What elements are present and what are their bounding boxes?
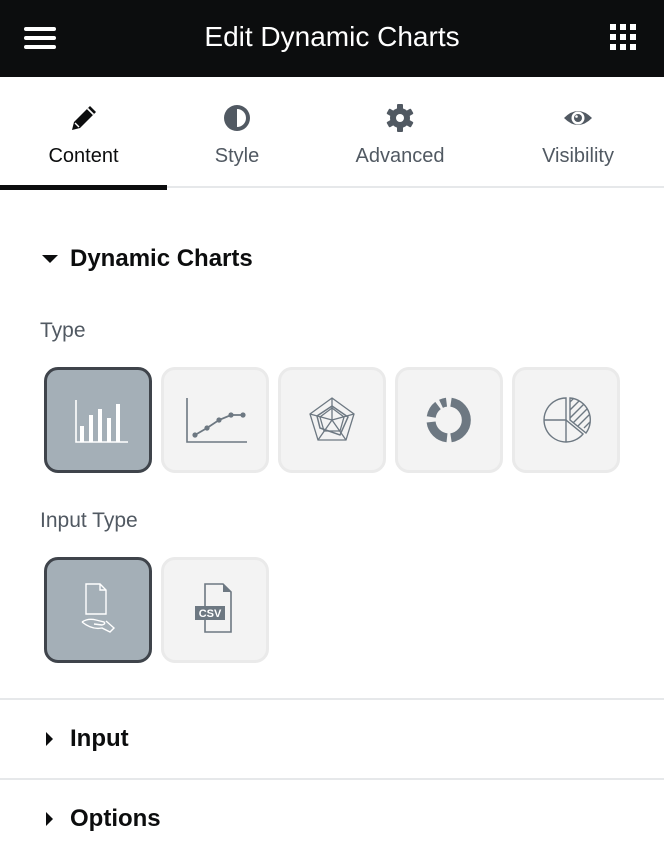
tab-advanced[interactable]: Advanced [320, 77, 480, 187]
radar-chart-icon [309, 397, 355, 441]
caret-right-icon [46, 812, 53, 826]
tab-style-label: Style [214, 145, 260, 167]
header-bar: Edit Dynamic Charts [0, 0, 664, 77]
active-tab-indicator [0, 185, 167, 190]
panel-tabs: Content Style Advanced Visibility [0, 77, 664, 190]
tab-content-label: Content [48, 145, 119, 167]
doughnut-chart-icon [426, 397, 471, 443]
section-dynamic-charts-toggle[interactable]: Dynamic Charts [40, 245, 253, 273]
eye-icon [564, 111, 592, 125]
csv-badge: CSV [199, 608, 222, 620]
pie-chart-icon [543, 397, 591, 443]
tab-style[interactable]: Style [167, 77, 307, 187]
choice-manual-input[interactable] [44, 557, 152, 663]
divider [0, 698, 664, 700]
input-type-choices: CSV [44, 557, 269, 663]
chart-type-choices [44, 367, 620, 473]
half-circle-icon [224, 105, 250, 131]
choice-pie-chart[interactable] [512, 367, 620, 473]
tab-visibility-label: Visibility [542, 145, 614, 167]
caret-right-icon [46, 732, 53, 746]
caret-down-icon [42, 255, 58, 263]
choice-radar-chart[interactable] [278, 367, 386, 473]
grid-icon[interactable] [610, 24, 638, 52]
line-chart-icon [186, 398, 247, 443]
hand-file-icon [81, 583, 116, 633]
choice-doughnut-chart[interactable] [395, 367, 503, 473]
divider [0, 778, 664, 780]
pencil-icon [71, 106, 96, 130]
section-options-toggle[interactable]: Options [40, 805, 161, 833]
section-title: Input [70, 725, 129, 752]
choice-csv-input[interactable]: CSV [161, 557, 269, 663]
choice-line-chart[interactable] [161, 367, 269, 473]
section-title: Options [70, 805, 161, 832]
tab-visibility[interactable]: Visibility [500, 77, 656, 187]
type-label: Type [40, 319, 86, 342]
panel-title: Edit Dynamic Charts [204, 21, 460, 52]
section-input-toggle[interactable]: Input [40, 725, 129, 753]
tab-advanced-label: Advanced [355, 145, 445, 167]
bar-chart-icon [75, 400, 128, 443]
input-type-label: Input Type [40, 509, 138, 532]
csv-file-icon: CSV [195, 583, 232, 633]
section-title: Dynamic Charts [70, 245, 253, 272]
choice-bar-chart[interactable] [44, 367, 152, 473]
tab-content[interactable]: Content [0, 77, 167, 190]
gear-icon [386, 104, 414, 132]
